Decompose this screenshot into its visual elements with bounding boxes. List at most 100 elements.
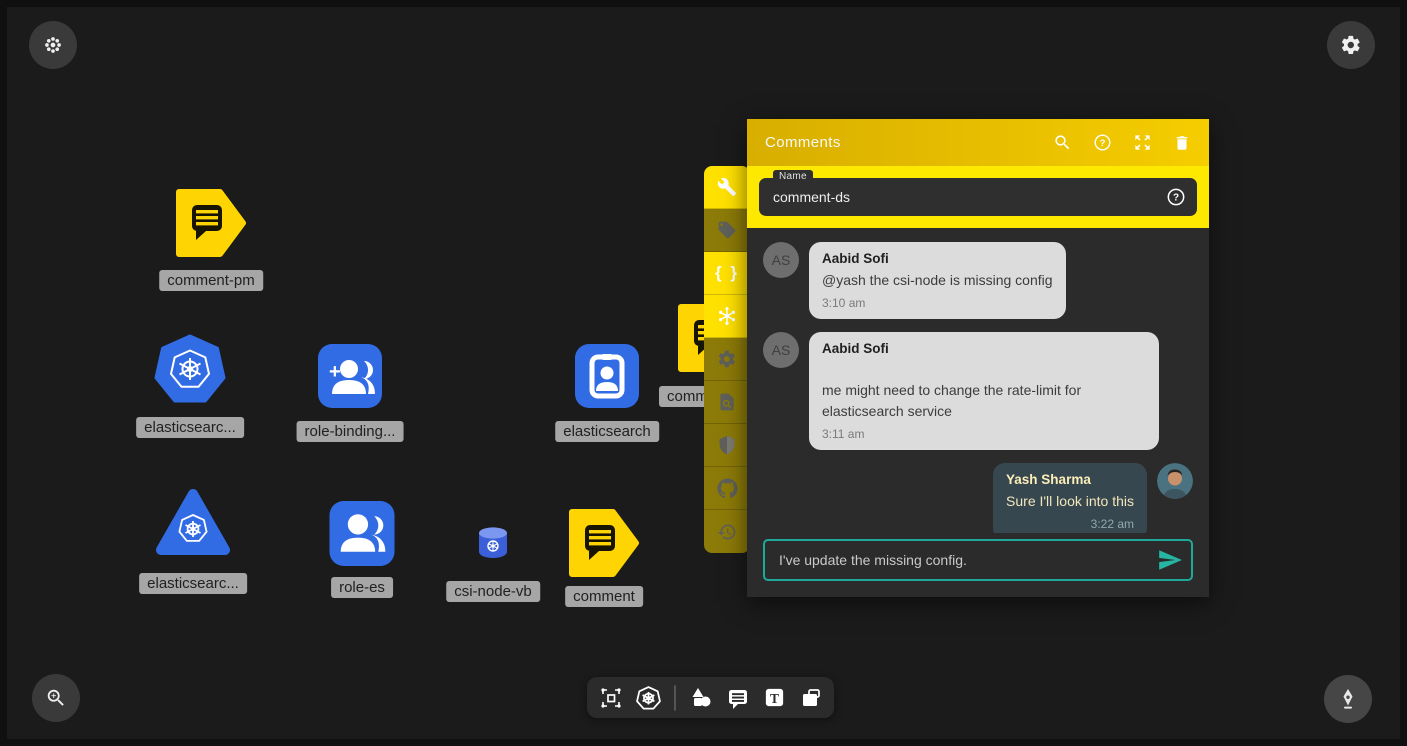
node-label-elasticsearch-1: elasticsearc... (136, 417, 244, 438)
comment-shape-icon (568, 508, 640, 578)
node-label-elasticsearch-2: elasticsearch (555, 421, 659, 442)
github-tool-button[interactable] (704, 467, 750, 510)
delete-icon[interactable] (1173, 134, 1191, 152)
avatar-initials: AS (763, 242, 799, 278)
gear-icon (717, 349, 737, 369)
node-label-role-binding: role-binding... (297, 421, 404, 442)
hub-tool-button[interactable] (704, 295, 750, 338)
comments-panel: Comments ? Name (747, 119, 1209, 597)
message-author: Aabid Sofi (822, 251, 1053, 266)
comment-tool-button[interactable] (726, 686, 750, 710)
shield-tool-button[interactable] (704, 424, 750, 467)
kubernetes-tool-button[interactable] (636, 685, 661, 710)
github-icon (717, 478, 738, 499)
frame-icon (799, 686, 823, 710)
text-icon: T (763, 686, 786, 709)
hub-icon (716, 305, 738, 327)
message-time: 3:22 am (1006, 517, 1134, 531)
node-elasticsearch-serviceaccount[interactable] (575, 344, 639, 413)
panel-title: Comments (765, 134, 841, 151)
zoom-in-icon (45, 687, 67, 709)
comment-icon (726, 686, 750, 710)
node-elasticsearch-heptagon[interactable] (154, 334, 226, 411)
toolbar-divider (674, 685, 676, 711)
chat-message-input[interactable] (763, 539, 1193, 581)
app-flower-button[interactable] (29, 21, 77, 69)
expand-icon[interactable] (1133, 133, 1152, 152)
comment-shape-icon (175, 188, 247, 258)
wrench-icon (717, 177, 737, 197)
avatar-photo (1157, 463, 1193, 499)
shield-icon (717, 435, 737, 455)
role-binding-icon: + (318, 344, 382, 408)
pen-nib-icon (1336, 687, 1360, 711)
kubernetes-heptagon-icon (154, 334, 226, 406)
wrench-tool-button[interactable] (704, 166, 750, 209)
svg-text:?: ? (1173, 193, 1179, 204)
history-tool-button[interactable] (704, 510, 750, 553)
message-time: 3:11 am (822, 427, 1146, 441)
message-text: me might need to change the rate-limit f… (822, 380, 1146, 421)
settings-button[interactable] (1327, 21, 1375, 69)
node-comment-pm[interactable] (175, 188, 247, 263)
storage-cylinder-icon (476, 526, 510, 560)
name-input[interactable] (759, 178, 1197, 216)
pen-tool-button[interactable] (1324, 675, 1372, 723)
search-icon[interactable] (1053, 133, 1072, 152)
braces-tool-button[interactable]: { } (704, 252, 750, 295)
settings-tool-button[interactable] (704, 338, 750, 381)
shapes-icon (689, 686, 713, 710)
node-label-comment: comment (565, 586, 643, 607)
shapes-tool-button[interactable] (689, 686, 713, 710)
node-label-csi-node-vb: csi-node-vb (446, 581, 540, 602)
node-role-es[interactable] (329, 501, 395, 571)
text-tool-button[interactable]: T (763, 686, 786, 709)
scan-document-icon (717, 392, 737, 412)
canvas[interactable]: comment-pm elasticsearc... + role-bindin… (7, 7, 1400, 739)
node-label-comment-pm: comment-pm (159, 270, 263, 291)
message-bubble: Aabid Sofi me might need to change the r… (809, 332, 1159, 450)
help-icon[interactable]: ? (1093, 133, 1112, 152)
svg-text:?: ? (1100, 138, 1106, 149)
svg-text:+: + (329, 361, 341, 383)
message-bubble: Aabid Sofi @yash the csi-node is missing… (809, 242, 1066, 319)
name-section: Name ? (747, 166, 1209, 228)
help-icon[interactable]: ? (1166, 187, 1186, 207)
message-author: Aabid Sofi (822, 341, 1146, 356)
role-icon (329, 501, 395, 566)
kubernetes-triangle-icon (155, 488, 231, 558)
tag-icon (717, 220, 737, 240)
avatar-initials: AS (763, 332, 799, 368)
node-action-toolbar: { } (704, 166, 750, 553)
frame-tool-button[interactable] (799, 686, 823, 710)
message-row: AS Aabid Sofi @yash the csi-node is miss… (763, 242, 1193, 319)
braces-icon: { } (715, 263, 739, 283)
node-label-elasticsearch-3: elasticsearc... (139, 573, 247, 594)
comments-panel-header[interactable]: Comments ? (747, 119, 1209, 166)
message-text: Sure I'll look into this (1006, 491, 1134, 511)
message-row: AS Aabid Sofi me might need to change th… (763, 332, 1193, 450)
scan-document-tool-button[interactable] (704, 381, 750, 424)
node-csi-node-vb[interactable] (476, 526, 510, 565)
zoom-in-button[interactable] (32, 674, 80, 722)
person-photo-icon (1157, 463, 1193, 499)
tag-tool-button[interactable] (704, 209, 750, 252)
node-comment[interactable] (568, 508, 640, 583)
message-row: Yash Sharma Sure I'll look into this 3:2… (763, 463, 1193, 533)
send-icon[interactable] (1157, 547, 1183, 573)
flower-icon (42, 34, 64, 56)
components-icon (599, 686, 623, 710)
node-elasticsearch-triangle[interactable] (155, 488, 231, 563)
message-list[interactable]: AS Aabid Sofi @yash the csi-node is miss… (747, 228, 1209, 533)
message-time: 3:10 am (822, 296, 1053, 310)
kubernetes-icon (636, 685, 661, 710)
components-tool-button[interactable] (599, 686, 623, 710)
gear-icon (1340, 34, 1362, 56)
name-field-label: Name (773, 170, 813, 183)
service-account-icon (575, 344, 639, 408)
message-bubble: Yash Sharma Sure I'll look into this 3:2… (993, 463, 1147, 533)
message-author: Yash Sharma (1006, 472, 1134, 487)
node-role-binding[interactable]: + (318, 344, 382, 413)
chat-input-row (763, 539, 1193, 581)
shape-palette-toolbar: T (587, 677, 834, 718)
